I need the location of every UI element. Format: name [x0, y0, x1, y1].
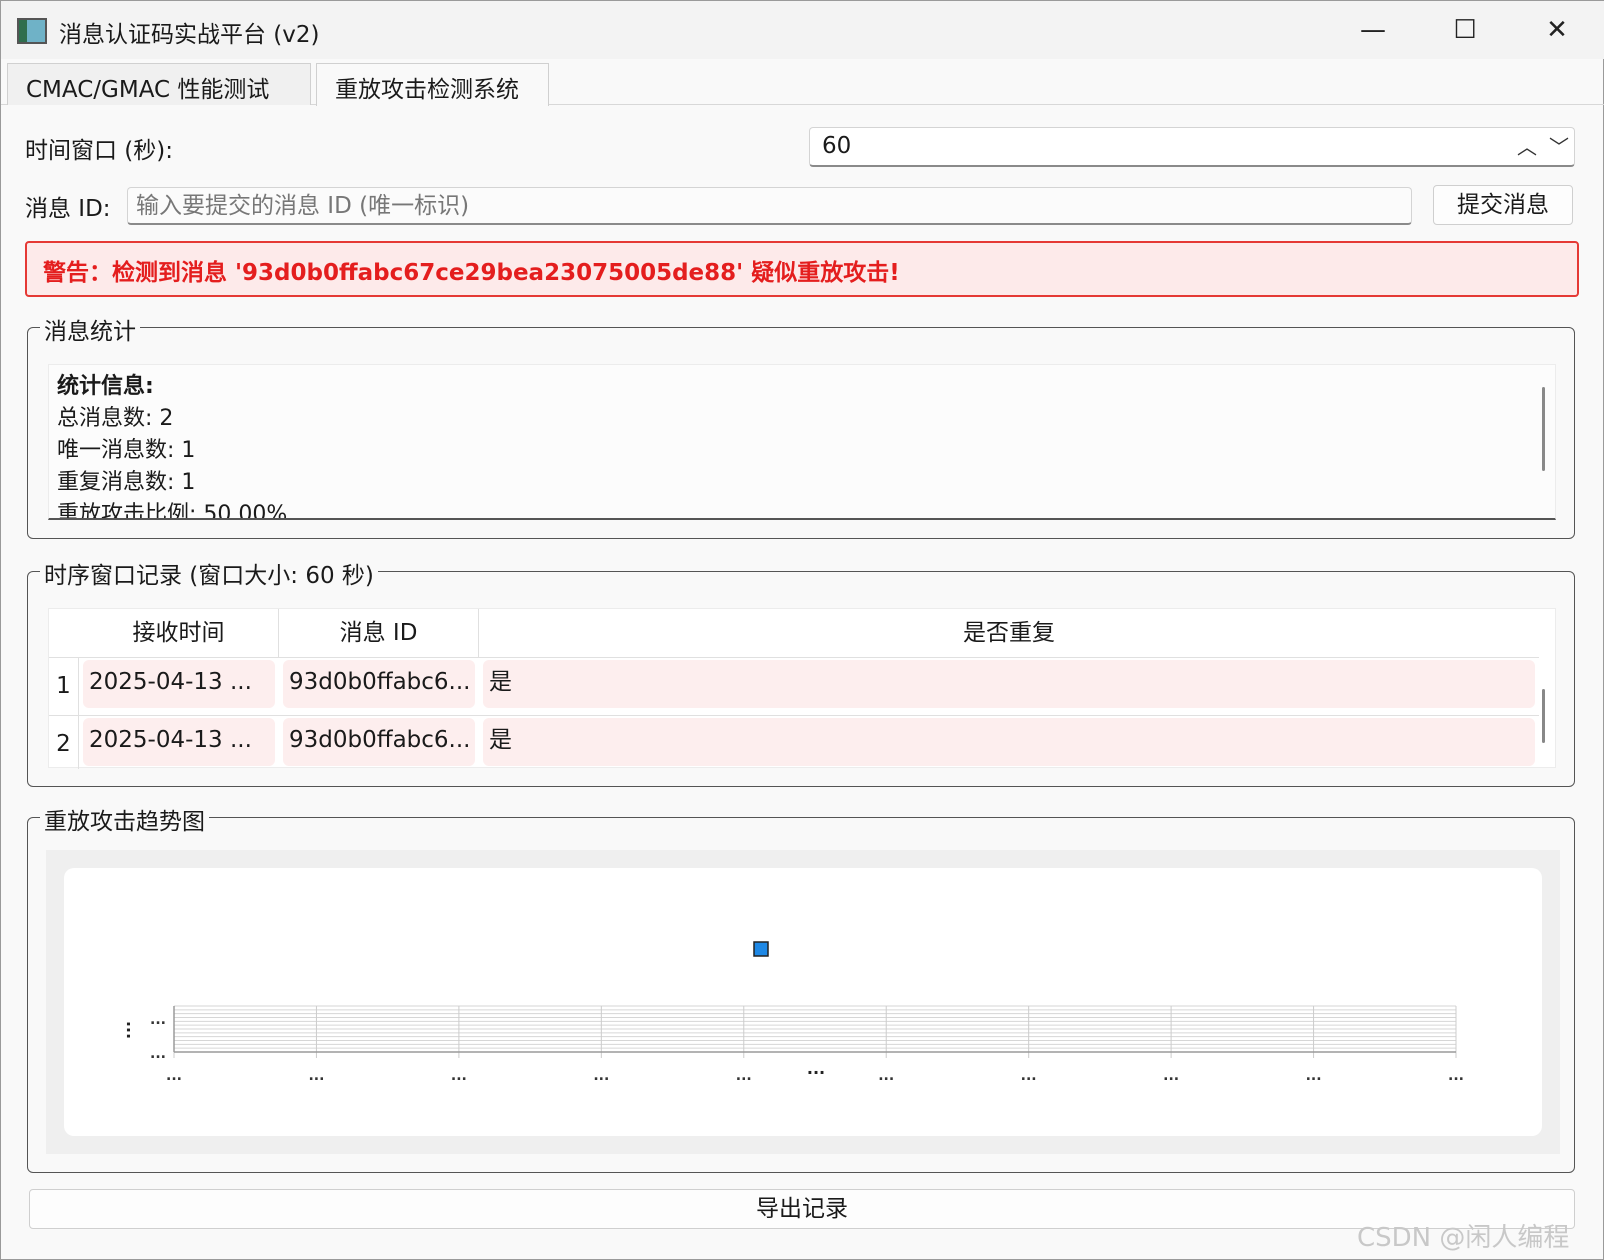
- app-icon: [17, 18, 47, 44]
- stats-duplicate: 重复消息数: 1: [57, 470, 196, 495]
- window-title: 消息认证码实战平台 (v2): [59, 22, 320, 48]
- chart-plot-area: ........................................…: [64, 868, 1542, 1136]
- time-window-label: 时间窗口 (秒):: [25, 138, 174, 164]
- x-tick-label: ...: [1021, 1068, 1037, 1084]
- x-tick-label: ...: [736, 1068, 752, 1084]
- y-axis-title: ...: [115, 1021, 134, 1039]
- table-scrollbar[interactable]: [1542, 689, 1545, 743]
- y-tick-label: ...: [150, 1046, 166, 1062]
- tab-replay-detection[interactable]: 重放攻击检测系统: [316, 63, 549, 106]
- minimize-button[interactable]: —: [1327, 1, 1419, 59]
- message-id-input[interactable]: [127, 187, 1412, 225]
- stats-total: 总消息数: 2: [57, 406, 174, 431]
- stats-group-title: 消息统计: [40, 312, 140, 346]
- stats-textarea[interactable]: 统计信息: 总消息数: 2 唯一消息数: 1 重复消息数: 1 重放攻击比例: …: [48, 364, 1556, 520]
- cell-duplicate[interactable]: 是: [483, 660, 1535, 708]
- x-tick-label: ...: [451, 1068, 467, 1084]
- stats-scrollbar[interactable]: [1542, 387, 1545, 471]
- cell-id[interactable]: 93d0b0ffabc6...: [283, 718, 475, 766]
- x-tick-label: ...: [1163, 1068, 1179, 1084]
- time-window-spinbox[interactable]: 60 ︿ ﹀: [809, 127, 1575, 167]
- x-tick-label: ...: [166, 1068, 182, 1084]
- column-header-duplicate[interactable]: 是否重复: [479, 609, 1539, 657]
- chart-view: ........................................…: [46, 850, 1560, 1154]
- records-group-title: 时序窗口记录 (窗口大小: 60 秒): [40, 556, 378, 590]
- x-tick-label: ...: [308, 1068, 324, 1084]
- cell-id[interactable]: 93d0b0ffabc6...: [283, 660, 475, 708]
- message-id-label: 消息 ID:: [25, 196, 111, 222]
- maximize-button[interactable]: ☐: [1419, 1, 1511, 59]
- stats-unique: 唯一消息数: 1: [57, 438, 196, 463]
- trend-chart-group: 重放攻击趋势图 ................................…: [27, 802, 1575, 1173]
- tab-bar: CMAC/GMAC 性能测试 重放攻击检测系统: [1, 59, 1604, 106]
- close-button[interactable]: ✕: [1511, 1, 1603, 59]
- cell-duplicate[interactable]: 是: [483, 718, 1535, 766]
- watermark: CSDN @闲人编程: [1357, 1223, 1570, 1253]
- stats-ratio: 重放攻击比例: 50.00%: [57, 502, 288, 520]
- x-tick-label: ...: [1306, 1068, 1322, 1084]
- x-axis-title: ...: [807, 1059, 825, 1078]
- table-row[interactable]: 2 2025-04-13 ... 93d0b0ffabc6... 是: [49, 715, 1539, 769]
- records-group: 时序窗口记录 (窗口大小: 60 秒) 接收时间 消息 ID 是否重复 1 20…: [27, 556, 1575, 787]
- column-header-time[interactable]: 接收时间: [79, 609, 279, 657]
- stats-heading: 统计信息:: [57, 374, 154, 399]
- submit-message-button[interactable]: 提交消息: [1433, 185, 1573, 225]
- trend-chart: ........................................…: [115, 941, 1464, 1084]
- app-window: 消息认证码实战平台 (v2) — ☐ ✕ CMAC/GMAC 性能测试 重放攻击…: [0, 0, 1604, 1260]
- x-tick-label: ...: [1448, 1068, 1464, 1084]
- x-tick-label: ...: [878, 1068, 894, 1084]
- chevron-up-icon[interactable]: ︿: [1512, 132, 1542, 162]
- replay-warning-banner: 警告：检测到消息 '93d0b0ffabc67ce29bea23075005de…: [25, 241, 1579, 297]
- title-bar: 消息认证码实战平台 (v2) — ☐ ✕: [1, 1, 1604, 59]
- time-window-value: 60: [822, 133, 852, 159]
- stats-group: 消息统计 统计信息: 总消息数: 2 唯一消息数: 1 重复消息数: 1 重放攻…: [27, 312, 1575, 539]
- cell-time[interactable]: 2025-04-13 ...: [83, 660, 275, 708]
- trend-chart-title: 重放攻击趋势图: [40, 802, 209, 836]
- y-tick-label: ...: [150, 1012, 166, 1028]
- chevron-down-icon[interactable]: ﹀: [1544, 132, 1574, 162]
- row-number: 1: [49, 658, 79, 715]
- table-row[interactable]: 1 2025-04-13 ... 93d0b0ffabc6... 是: [49, 657, 1539, 715]
- records-table: 接收时间 消息 ID 是否重复 1 2025-04-13 ... 93d0b0f…: [48, 608, 1556, 769]
- tab-cmac-gmac[interactable]: CMAC/GMAC 性能测试: [7, 63, 311, 105]
- cell-time[interactable]: 2025-04-13 ...: [83, 718, 275, 766]
- export-records-button[interactable]: 导出记录: [29, 1189, 1575, 1229]
- column-header-id[interactable]: 消息 ID: [279, 609, 479, 657]
- row-number: 2: [49, 716, 79, 769]
- legend-marker: [753, 941, 769, 957]
- x-tick-label: ...: [593, 1068, 609, 1084]
